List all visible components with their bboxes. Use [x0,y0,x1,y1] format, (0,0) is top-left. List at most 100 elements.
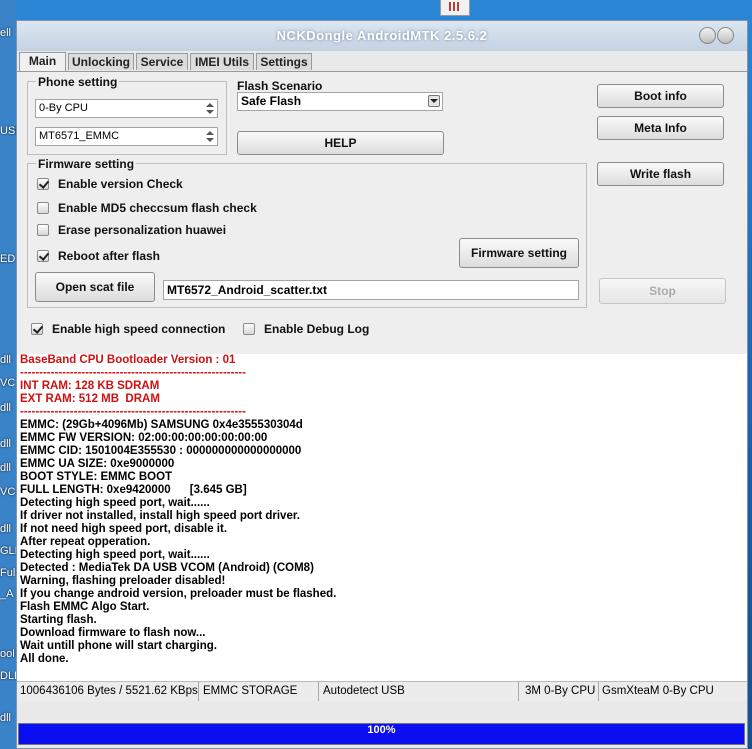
log-line: EMMC UA SIZE: 0xe9000000 [20,458,175,470]
model-select[interactable]: MT6571_EMMC [35,127,218,146]
log-line: EMMC FW VERSION: 02:00:00:00:00:00:00:00 [20,432,268,444]
log-line: Warning, flashing preloader disabled! [20,575,226,587]
desktop-icon-label[interactable]: Ful [0,567,15,579]
reboot-after-flash-checkbox[interactable]: Reboot after flash [37,249,160,263]
checkbox-checked-icon[interactable] [31,323,43,335]
model-select-value: MT6571_EMMC [39,130,120,142]
flash-scenario-value: Safe Flash [241,94,302,108]
app-window: NCKDongle AndroidMTK 2.5.6.2 Main Unlock… [16,20,748,749]
taskbar-app-icon[interactable] [440,0,470,16]
log-line: Download firmware to flash now... [20,627,206,639]
log-line: Starting flash. [20,614,97,626]
high-speed-connection-checkbox[interactable]: Enable high speed connection [31,322,225,336]
log-line: If you change android version, preloader… [20,588,337,600]
log-line: Flash EMMC Algo Start. [20,601,150,613]
log-line: EMMC CID: 1501004E355530 : 0000000000000… [20,445,302,457]
desktop-icon-label[interactable]: VC [0,377,15,389]
checkbox-label: Erase personalization huawei [58,223,227,237]
status-transfer-rate: 1006436106 Bytes / 5521.62 KBps [17,682,199,701]
desktop-icon-label[interactable]: _A [0,588,13,600]
phone-setting-label: Phone setting [36,75,120,89]
log-line: If not need high speed port, disable it. [20,523,228,535]
tab-imei-utils[interactable]: IMEI Utils [190,53,254,70]
desktop-icon-label[interactable]: DLL [0,670,16,682]
checkbox-label: Reboot after flash [58,249,161,263]
window-title: NCKDongle AndroidMTK 2.5.6.2 [276,28,488,43]
write-flash-button[interactable]: Write flash [597,162,724,186]
open-scat-file-button[interactable]: Open scat file [35,272,155,302]
log-line: After repeat opperation. [20,536,151,548]
tab-settings[interactable]: Settings [256,53,312,70]
title-bar[interactable]: NCKDongle AndroidMTK 2.5.6.2 [17,21,747,51]
main-panel: Phone setting 0-By CPU MT6571_EMMC Flash… [17,71,747,355]
log-line: EMMC: (29Gb+4096Mb) SAMSUNG 0x4e35553030… [20,419,303,431]
progress-label: 100% [367,724,396,736]
log-line: ----------------------------------------… [20,406,246,418]
checkbox-label: Enable MD5 checcsum flash check [58,201,257,215]
tab-unlocking[interactable]: Unlocking [68,53,134,70]
progress-area: 100% [17,721,747,747]
flash-scenario-label: Flash Scenario [237,79,323,93]
log-line: Detected : MediaTek DA USB VCOM (Android… [20,562,314,574]
cpu-select-value: 0-By CPU [39,102,88,114]
desktop-icon-label[interactable]: ell [0,27,11,39]
status-cpu: 3M 0-By CPU [519,682,599,701]
desktop-icon-label[interactable]: USE [0,125,16,137]
close-button[interactable] [717,27,734,44]
desktop-icon-label[interactable]: dll [0,354,11,366]
status-bar: 1006436106 Bytes / 5521.62 KBps EMMC STO… [17,681,747,701]
desktop-icons-strip: ell USE ED dll VC dll dll dll VC dll GLE Ful _Aool DL… [0,0,16,749]
checkbox-checked-icon[interactable] [37,250,49,262]
log-line: INT RAM: 128 KB SDRAM [20,380,160,392]
log-line: BaseBand CPU Bootloader Version : 01 [20,354,236,366]
enable-version-check-checkbox[interactable]: Enable version Check [37,177,183,191]
checkbox-label: Enable version Check [58,177,183,191]
checkbox-unchecked-icon[interactable] [243,323,255,335]
log-line: FULL LENGTH: 0xe9420000 [3.645 GB] [20,484,247,496]
log-line: BOOT STYLE: EMMC BOOT [20,471,173,483]
desktop-icon-label[interactable]: ED [0,253,15,265]
stop-button[interactable]: Stop [599,278,726,304]
cpu-select[interactable]: 0-By CPU [35,99,218,118]
log-line: Detecting high speed port, wait...... [20,549,210,561]
progress-bar: 100% [18,723,745,745]
scatter-file-field[interactable]: MT6572_Android_scatter.txt [163,280,579,300]
desktop-icon-label[interactable]: ool [0,648,15,660]
status-team: GsmXteaM 0-By CPU [602,685,714,697]
log-line: Detecting high speed port, wait...... [20,497,210,509]
desktop-icon-label[interactable]: dll [0,712,11,724]
desktop-icon-label[interactable]: dll [0,438,11,450]
log-line: EXT RAM: 512 MB DRAM [20,393,160,405]
flash-scenario-select[interactable]: Safe Flash [237,92,443,111]
erase-personalization-checkbox[interactable]: Erase personalization huawei [37,223,226,237]
status-storage: EMMC STORAGE [199,682,319,701]
desktop-icon-label[interactable]: dll [0,402,11,414]
desktop-icon-label[interactable]: GLE [0,545,16,557]
status-usb: Autodetect USB [319,682,519,701]
desktop-icon-label[interactable]: VC [0,486,15,498]
checkbox-checked-icon[interactable] [37,178,49,190]
debug-log-checkbox[interactable]: Enable Debug Log [243,322,369,336]
log-line: If driver not installed, install high sp… [20,510,300,522]
minimize-button[interactable] [699,27,716,44]
spinner-arrows-icon[interactable] [204,101,216,116]
spinner-arrows-icon[interactable] [204,129,216,144]
desktop-icon-label[interactable]: dll [0,523,11,535]
firmware-setting-button[interactable]: Firmware setting [459,238,579,268]
log-output[interactable]: BaseBand CPU Bootloader Version : 01 ----… [17,354,747,681]
log-line: Wait untill phone will start charging. [20,640,217,652]
tab-main[interactable]: Main [19,52,66,71]
boot-info-button[interactable]: Boot info [597,84,724,108]
enable-md5-check-checkbox[interactable]: Enable MD5 checcsum flash check [37,201,257,215]
log-line: All done. [20,653,69,665]
help-button[interactable]: HELP [237,131,444,155]
checkbox-label: Enable Debug Log [264,322,370,336]
meta-info-button[interactable]: Meta Info [597,116,724,140]
checkbox-unchecked-icon[interactable] [37,202,49,214]
tab-service[interactable]: Service [136,53,188,70]
chevron-down-icon[interactable] [428,95,440,107]
log-line: ----------------------------------------… [20,367,246,379]
desktop-icon-label[interactable]: dll [0,462,11,474]
checkbox-unchecked-icon[interactable] [37,224,49,236]
firmware-setting-label: Firmware setting [36,157,137,171]
